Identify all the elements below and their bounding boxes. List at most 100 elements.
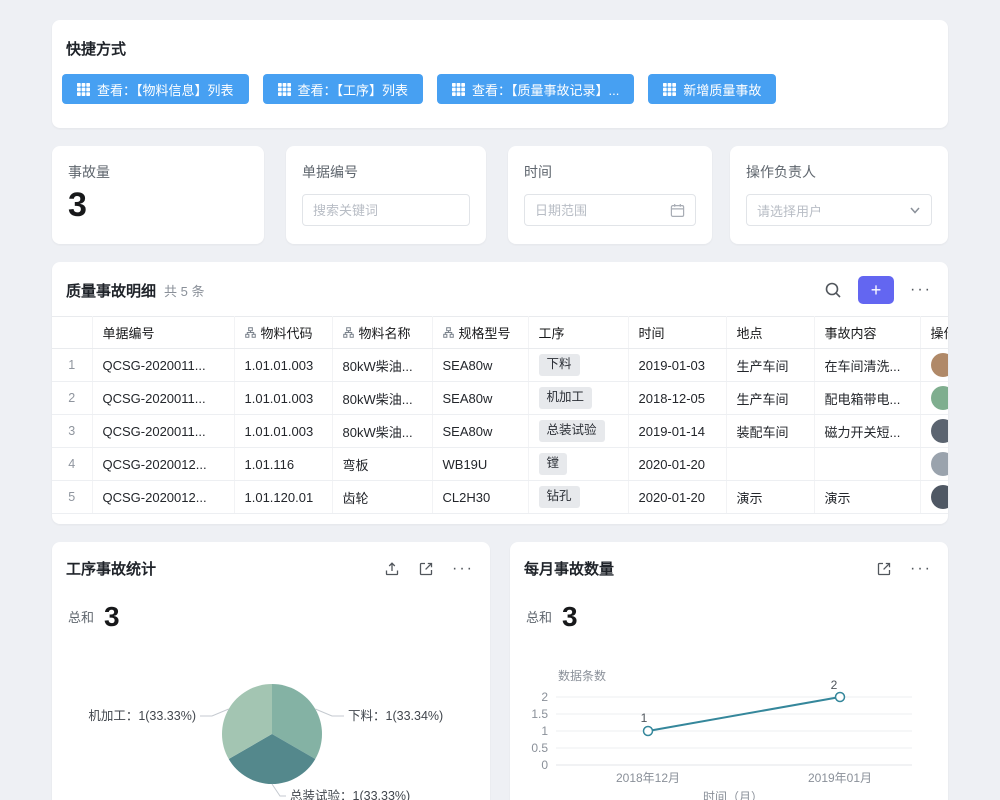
cell-doc-no: QCSG-2020012... xyxy=(92,481,234,514)
search-keyword-input-box[interactable] xyxy=(302,194,470,226)
stat-label: 事故量 xyxy=(68,162,248,182)
operator-filter-card: 操作负责人 请选择用户 xyxy=(730,146,948,244)
pie-leader-line xyxy=(272,784,286,796)
cell-material-name: 80kW柴油... xyxy=(332,415,432,448)
accident-count-value: 3 xyxy=(68,186,248,225)
column-header-doc-no[interactable]: 单据编号 xyxy=(92,317,234,349)
cell-doc-no: QCSG-2020011... xyxy=(92,349,234,382)
y-axis-label: 数据条数 xyxy=(558,668,606,683)
add-record-button[interactable]: + xyxy=(858,276,894,304)
cell-operator xyxy=(920,415,948,448)
cell-time: 2019-01-03 xyxy=(628,349,726,382)
column-header-content[interactable]: 事故内容 xyxy=(814,317,920,349)
time-filter-card: 时间 xyxy=(508,146,712,244)
grid-icon xyxy=(663,83,676,96)
shortcut-button-view-quality-records[interactable]: 查看：【质量事故记录】... xyxy=(437,74,634,104)
grid-icon xyxy=(278,83,291,96)
pie-slice-xialiao[interactable] xyxy=(272,684,322,759)
cell-material-code: 1.01.116 xyxy=(234,448,332,481)
calendar-icon xyxy=(670,203,685,218)
column-header-material-name[interactable]: 物料名称 xyxy=(332,317,432,349)
grid-icon xyxy=(452,83,465,96)
column-header-process[interactable]: 工序 xyxy=(528,317,628,349)
cell-place: 生产车间 xyxy=(726,382,814,415)
export-icon[interactable] xyxy=(384,561,400,577)
data-point-label: 1 xyxy=(641,711,648,725)
pie-slice-jijiagong[interactable] xyxy=(222,684,272,759)
search-keyword-input[interactable] xyxy=(313,203,459,218)
cell-place: 演示 xyxy=(726,481,814,514)
process-tag: 机加工 xyxy=(539,387,593,409)
row-number: 3 xyxy=(52,415,92,448)
column-header-spec[interactable]: 规格型号 xyxy=(432,317,528,349)
shortcut-button-add-quality-accident[interactable]: 新增质量事故 xyxy=(648,74,776,104)
line-series xyxy=(648,697,840,731)
lookup-field-icon xyxy=(343,327,354,338)
cell-spec: WB19U xyxy=(432,448,528,481)
table-record-count: 共 5 条 xyxy=(164,281,204,300)
column-header-material-code[interactable]: 物料代码 xyxy=(234,317,332,349)
shortcut-button-label: 查看：【工序】列表 xyxy=(298,80,409,99)
cell-place: 生产车间 xyxy=(726,349,814,382)
column-header-place[interactable]: 地点 xyxy=(726,317,814,349)
table-row[interactable]: 2 QCSG-2020011... 1.01.01.003 80kW柴油... … xyxy=(52,382,948,415)
cell-material-name: 80kW柴油... xyxy=(332,382,432,415)
row-number: 1 xyxy=(52,349,92,382)
cell-material-code: 1.01.01.003 xyxy=(234,349,332,382)
cell-spec: SEA80w xyxy=(432,382,528,415)
x-tick: 2018年12月 xyxy=(616,771,680,785)
avatar xyxy=(931,452,949,476)
cell-spec: SEA80w xyxy=(432,349,528,382)
column-header-operator[interactable]: 操作负责人 xyxy=(920,317,948,349)
date-range-input-box[interactable] xyxy=(524,194,696,226)
column-header-row-number xyxy=(52,317,92,349)
column-header-time[interactable]: 时间 xyxy=(628,317,726,349)
grid-icon xyxy=(77,83,90,96)
row-number: 2 xyxy=(52,382,92,415)
x-axis-label: 时间（月） xyxy=(703,790,763,800)
user-select[interactable]: 请选择用户 xyxy=(746,194,932,226)
cell-time: 2018-12-05 xyxy=(628,382,726,415)
monthly-accident-line-card: 每月事故数量 ··· 总和 3 数据条数 2 1.5 1 0.5 0 xyxy=(510,542,948,800)
table-row[interactable]: 4 QCSG-2020012... 1.01.116 弯板 WB19U 镗 20… xyxy=(52,448,948,481)
open-in-new-icon[interactable] xyxy=(418,561,434,577)
process-tag: 下料 xyxy=(539,354,580,376)
pie-label-jijiagong: 机加工：1(33.33%) xyxy=(88,709,196,723)
data-point-label: 2 xyxy=(831,678,838,692)
data-point-marker xyxy=(836,693,845,702)
table-row[interactable]: 5 QCSG-2020012... 1.01.120.01 齿轮 CL2H30 … xyxy=(52,481,948,514)
pie-slice-zongzhuangshiyan[interactable] xyxy=(229,734,316,784)
pie-leader-line xyxy=(315,709,344,716)
shortcuts-title: 快捷方式 xyxy=(52,20,948,59)
more-icon[interactable]: ··· xyxy=(910,561,932,577)
search-icon[interactable] xyxy=(824,281,842,299)
avatar xyxy=(931,386,949,410)
cell-place: 装配车间 xyxy=(726,415,814,448)
process-accident-pie-card: 工序事故统计 ··· 总和 3 机加工：1(33.33%) 下料：1 xyxy=(52,542,490,800)
row-number: 5 xyxy=(52,481,92,514)
shortcut-button-label: 查看：【质量事故记录】... xyxy=(472,80,619,99)
user-select-placeholder: 请选择用户 xyxy=(757,201,903,220)
table-row[interactable]: 1 QCSG-2020011... 1.01.01.003 80kW柴油... … xyxy=(52,349,948,382)
avatar xyxy=(931,419,949,443)
cell-process: 下料 xyxy=(528,349,628,382)
shortcut-button-view-process-list[interactable]: 查看：【工序】列表 xyxy=(263,74,424,104)
pie-label-xialiao: 下料：1(33.34%) xyxy=(348,709,443,723)
cell-process: 总装试验 xyxy=(528,415,628,448)
cell-content: 磁力开关短... xyxy=(814,415,920,448)
stat-label: 单据编号 xyxy=(302,162,470,182)
table-row[interactable]: 3 QCSG-2020011... 1.01.01.003 80kW柴油... … xyxy=(52,415,948,448)
more-icon[interactable]: ··· xyxy=(452,561,474,577)
table-header-bar: 质量事故明细 共 5 条 + ··· xyxy=(52,262,948,316)
open-in-new-icon[interactable] xyxy=(876,561,892,577)
y-tick: 0.5 xyxy=(531,741,548,755)
cell-process: 钻孔 xyxy=(528,481,628,514)
shortcut-button-view-material-list[interactable]: 查看：【物料信息】列表 xyxy=(62,74,249,104)
cell-material-code: 1.01.01.003 xyxy=(234,382,332,415)
more-icon[interactable]: ··· xyxy=(910,282,932,298)
cell-content xyxy=(814,448,920,481)
lookup-field-icon xyxy=(443,327,454,338)
date-range-input[interactable] xyxy=(535,203,664,218)
total-value: 3 xyxy=(562,603,578,631)
pie-chart-title: 工序事故统计 xyxy=(66,558,156,579)
